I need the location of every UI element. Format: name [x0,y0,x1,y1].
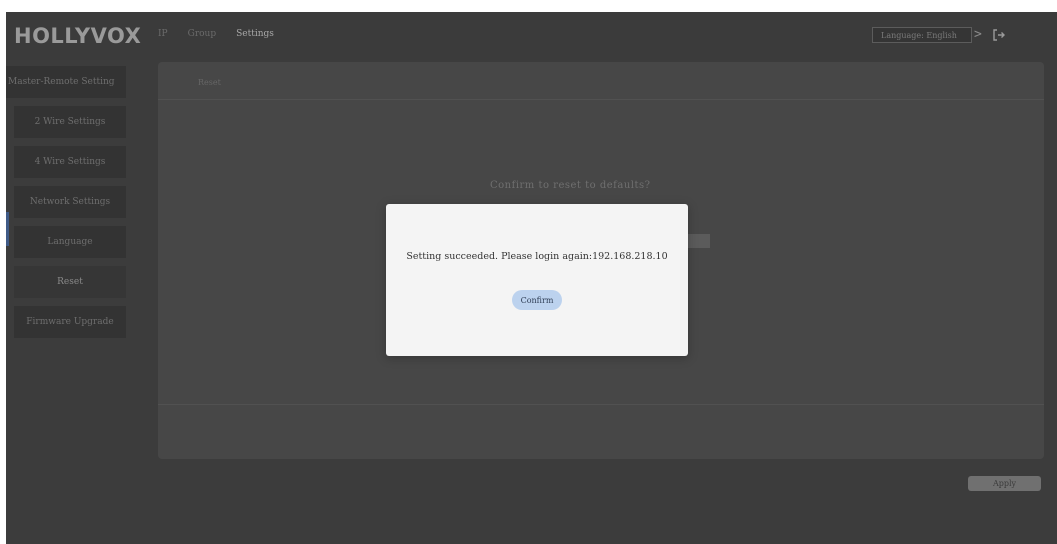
apply-button[interactable]: Apply [968,476,1041,491]
sidebar-item-firmware[interactable]: Firmware Upgrade [14,306,126,338]
sidebar-item-master-remote[interactable]: Master-Remote Setting [6,66,126,98]
sidebar-item-4-wire[interactable]: 4 Wire Settings [14,146,126,178]
brand-logo: HOLLYVOX [14,24,142,48]
sidebar-item-language[interactable]: Language [14,226,126,258]
sidebar-item-label: Master-Remote Setting [8,77,115,87]
nav-group[interactable]: Group [188,29,216,39]
reset-confirm-question: Confirm to reset to defaults? [490,180,651,191]
chevron-right-icon[interactable]: > [974,27,982,43]
language-selector[interactable]: Language: English [872,27,972,43]
reset-button-obscured[interactable] [688,234,710,248]
logout-icon[interactable] [992,28,1006,42]
panel-tab-reset[interactable]: Reset [198,78,221,87]
divider [158,404,1044,405]
sidebar-item-reset[interactable]: Reset [14,266,126,298]
top-bar: HOLLYVOX IP Group Settings Language: Eng… [6,12,1057,60]
dialog-message: Setting succeeded. Please login again:19… [406,251,668,262]
success-dialog: Setting succeeded. Please login again:19… [386,204,688,356]
sidebar-item-2-wire[interactable]: 2 Wire Settings [14,106,126,138]
sidebar-item-network[interactable]: Network Settings [14,186,126,218]
active-item-marker [6,212,9,246]
confirm-button[interactable]: Confirm [512,290,562,310]
top-nav: IP Group Settings [158,29,274,39]
nav-settings[interactable]: Settings [236,29,274,39]
nav-ip[interactable]: IP [158,29,168,39]
divider [158,99,1044,100]
